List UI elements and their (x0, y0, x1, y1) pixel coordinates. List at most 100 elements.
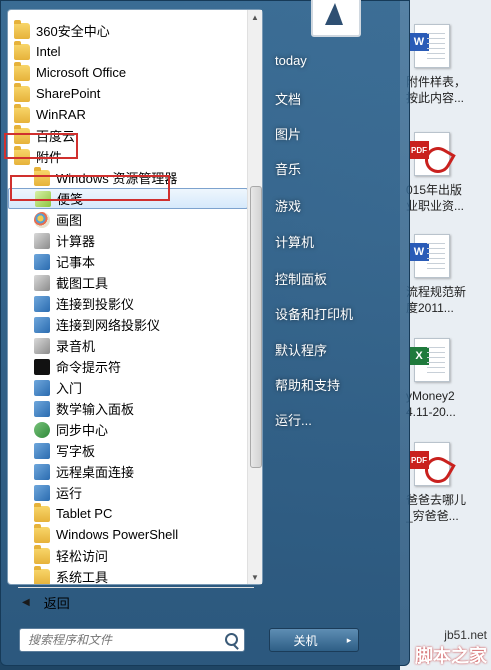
folder-icon (34, 502, 50, 522)
program-item[interactable]: 计算器 (8, 230, 248, 251)
app-icon (34, 358, 50, 375)
desktop-icon-area: W 附件样表， 按此内容... PDF 015年出版 业职业资... W 流程规范新… (400, 0, 491, 670)
folder-icon (34, 544, 50, 564)
app-icon (34, 253, 50, 270)
start-link[interactable]: 音乐 (275, 159, 301, 178)
program-label: 写字板 (56, 444, 96, 459)
start-link[interactable]: today (275, 53, 307, 68)
program-item[interactable]: 录音机 (8, 335, 248, 356)
program-label: 命令提示符 (56, 360, 122, 375)
program-item[interactable]: 入门 (8, 377, 248, 398)
program-label: 连接到投影仪 (56, 297, 135, 312)
back-arrow-icon: ◀ (22, 596, 30, 608)
shutdown-button[interactable]: 关机 (269, 628, 342, 652)
scrollbar-thumb[interactable] (250, 186, 262, 468)
program-folder[interactable]: Windows PowerShell (8, 523, 248, 545)
shutdown-label: 关机 (293, 633, 318, 648)
scroll-down-arrow-icon[interactable]: ▼ (248, 570, 262, 584)
desktop-file-word-2[interactable]: W 流程规范新 度2011... (400, 234, 491, 324)
program-label: Microsoft Office (36, 65, 127, 80)
program-label: Intel (36, 44, 61, 59)
desktop-file-word-1[interactable]: W 附件样表， 按此内容... (400, 24, 491, 114)
user-picture-avatar[interactable] (311, 0, 361, 37)
app-icon (34, 211, 50, 228)
program-item[interactable]: 运行 (8, 482, 248, 503)
app-icon (34, 295, 50, 312)
app-icon (34, 274, 50, 291)
program-label: 记事本 (56, 255, 96, 270)
program-item[interactable]: 数学输入面板 (8, 398, 248, 419)
programs-list: 360安全中心 Intel Microsoft Office SharePoint Wi… (8, 10, 248, 584)
start-link[interactable]: 控制面板 (275, 269, 327, 288)
watermark-name: 脚本之家 (415, 646, 487, 666)
search-icon[interactable] (225, 633, 238, 646)
folder-icon (14, 82, 30, 102)
program-item[interactable]: 连接到投影仪 (8, 293, 248, 314)
app-icon (34, 442, 50, 459)
app-icon (34, 379, 50, 396)
program-folder[interactable]: 系统工具 (8, 565, 248, 584)
program-label: 数学输入面板 (56, 402, 135, 417)
desktop-file-pdf-1[interactable]: PDF 015年出版 业职业资... (400, 132, 491, 222)
search-box[interactable] (19, 628, 245, 652)
app-icon (34, 463, 50, 480)
program-label: WinRAR (36, 107, 86, 122)
folder-icon (14, 40, 30, 60)
start-link[interactable]: 设备和打印机 (275, 304, 353, 323)
pdf-file-icon: PDF (409, 442, 456, 488)
shutdown-options-arrow-icon[interactable]: ▸ (340, 628, 359, 652)
folder-icon (14, 19, 30, 39)
start-link[interactable]: 运行... (275, 410, 312, 429)
program-folder[interactable]: WinRAR (8, 103, 248, 125)
app-icon (34, 400, 50, 417)
scroll-up-arrow-icon[interactable]: ▲ (248, 10, 262, 24)
start-link[interactable]: 计算机 (275, 232, 314, 251)
app-icon (34, 484, 50, 501)
program-folder[interactable]: SharePoint (8, 82, 248, 104)
program-label: 运行 (56, 486, 83, 501)
start-link[interactable]: 帮助和支持 (275, 375, 340, 394)
back-button[interactable]: ◀ 返回 (8, 589, 262, 615)
program-item[interactable]: 写字板 (8, 440, 248, 461)
file-name-line: 流程规范新 (406, 285, 467, 299)
start-link[interactable]: 默认程序 (275, 340, 327, 359)
word-file-icon: W (409, 24, 450, 68)
programs-scrollbar[interactable]: ▲ ▼ (247, 10, 262, 584)
file-name-line: 4.11-20... (406, 405, 456, 419)
program-item[interactable]: 命令提示符 (8, 356, 248, 377)
program-folder[interactable]: Tablet PC (8, 502, 248, 524)
desktop-file-pdf-2[interactable]: PDF 爸爸去哪儿 _穷爸爸... (400, 442, 491, 532)
app-icon (34, 316, 50, 333)
program-item[interactable]: 截图工具 (8, 272, 248, 293)
highlight-box-sticky-notes (10, 175, 170, 201)
folder-icon (34, 523, 50, 543)
program-folder[interactable]: Intel (8, 40, 248, 62)
program-label: Tablet PC (56, 506, 113, 521)
excel-file-icon: X (409, 338, 450, 382)
watermark: jb51.net 脚本之家 (415, 628, 487, 668)
back-label: 返回 (43, 595, 70, 611)
program-item[interactable]: 画图 (8, 209, 248, 230)
pdf-file-icon: PDF (409, 132, 456, 178)
program-label: 系统工具 (56, 570, 109, 584)
program-item[interactable]: 连接到网络投影仪 (8, 314, 248, 335)
program-label: 计算器 (56, 234, 96, 249)
file-name-line: 附件样表， (406, 75, 467, 89)
program-folder[interactable]: 轻松访问 (8, 544, 248, 566)
program-item[interactable]: 同步中心 (8, 419, 248, 440)
search-input[interactable] (20, 629, 220, 651)
start-link[interactable]: 游戏 (275, 196, 301, 215)
watermark-site: jb51.net (444, 628, 487, 642)
app-icon (34, 337, 50, 354)
start-link[interactable]: 图片 (275, 124, 301, 143)
program-item[interactable]: 远程桌面连接 (8, 461, 248, 482)
program-folder[interactable]: Microsoft Office (8, 61, 248, 83)
start-menu: 360安全中心 Intel Microsoft Office SharePoint Wi… (0, 0, 410, 666)
programs-pane: 360安全中心 Intel Microsoft Office SharePoint Wi… (7, 9, 263, 611)
program-item[interactable]: 记事本 (8, 251, 248, 272)
program-folder[interactable]: 360安全中心 (8, 19, 248, 41)
file-name-line: yMoney2 (406, 389, 455, 403)
start-link[interactable]: 文档 (275, 89, 301, 108)
folder-icon (14, 103, 30, 123)
desktop-file-excel[interactable]: X yMoney2 4.11-20... (400, 338, 491, 428)
